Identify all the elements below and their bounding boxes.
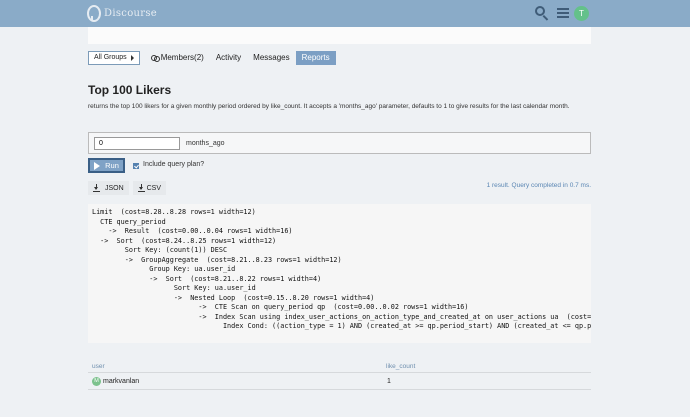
query-plan-line: -> Result (cost=0.00..0.04 rows=1 width=… [92,227,293,235]
download-icon [93,184,100,192]
query-plan-line: -> Nested Loop (cost=0.15..8.20 rows=1 w… [92,293,375,302]
user-link[interactable]: markvanlan [103,378,139,385]
group-header-panel [88,27,591,44]
result-info: 1 result. Query completed in 0.7 ms. [486,182,591,189]
user-avatar[interactable]: M [92,377,101,386]
all-groups-label: All Groups [94,54,127,61]
column-header-like-count[interactable]: like_count [386,363,415,370]
users-icon [150,55,160,62]
table-header: user like_count [88,360,591,373]
tab-messages[interactable]: Messages [247,51,295,65]
query-plan-line: Limit (cost=8.28..8.28 rows=1 width=12) [92,208,256,216]
column-header-user[interactable]: user [92,363,105,370]
query-plan-line: Group Key: ua.user_id [92,265,236,273]
table-row: M markvanlan 1 [88,373,591,390]
tab-members-label: Members(2) [160,53,204,62]
search-icon[interactable] [534,5,550,21]
months-ago-label: months_ago [186,140,225,147]
query-plan-line: Sort Key: ua.user_id [92,284,256,292]
query-plan-line: Sort Key: (count(1)) DESC [92,246,228,254]
tab-reports[interactable]: Reports [295,51,336,65]
download-icon [138,184,145,192]
run-label: Run [105,161,119,170]
top-header: Discourse T [0,0,690,27]
include-query-plan-label: Include query plan? [143,161,205,168]
site-logo[interactable]: Discourse [87,4,157,23]
logo-text: Discourse [104,8,157,19]
query-plan-line: -> CTE Scan on query_period qp (cost=0.0… [92,303,469,311]
csv-label: CSV [146,184,161,192]
caret-right-icon [130,55,134,61]
play-icon [94,161,101,170]
query-plan-line: Index Cond: ((action_type = 1) AND (crea… [92,322,591,330]
include-query-plan-checkbox[interactable] [133,163,139,169]
run-button[interactable]: Run [88,158,125,173]
current-user-avatar[interactable]: T [574,6,589,21]
query-plan-line: -> Sort (cost=8.21..8.22 rows=1 width=4) [92,274,322,283]
query-plan-line: CTE query_period [92,217,166,226]
params-form: months_ago [88,132,591,154]
query-plan: Limit (cost=8.28..8.28 rows=1 width=12) … [88,204,591,343]
tab-activity[interactable]: Activity [210,51,247,65]
months-ago-input[interactable] [94,137,180,150]
results-table: user like_count M markvanlan 1 [88,360,591,390]
all-groups-dropdown[interactable]: All Groups [88,51,140,65]
group-nav: All Groups Members(2) Activity Messages … [88,51,336,65]
query-plan-line: -> Sort (cost=8.24..8.25 rows=1 width=12… [92,236,277,245]
like-count-value: 1 [387,378,391,385]
query-plan-line: -> Index Scan using index_user_actions_o… [92,312,591,321]
report-title: Top 100 Likers [88,83,172,97]
tab-members[interactable]: Members(2) [145,51,210,65]
report-description: returns the top 100 likers for a given m… [88,103,570,110]
json-label: JSON [105,184,124,192]
hamburger-menu-icon[interactable] [556,5,572,21]
download-csv-button[interactable]: CSV [133,181,166,195]
discourse-logo-icon [87,5,102,22]
query-plan-line: -> GroupAggregate (cost=8.21..8.23 rows=… [92,255,342,264]
download-json-button[interactable]: JSON [88,181,129,195]
